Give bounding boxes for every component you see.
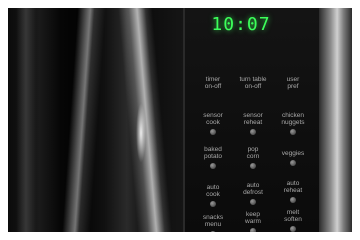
sensor-cook-button[interactable]: sensor cook [191, 112, 235, 135]
auto-cook-button[interactable]: auto cook [191, 184, 235, 207]
button-dot [290, 226, 296, 232]
sensor-reheat-button[interactable]: sensor reheat [231, 112, 275, 135]
button-dot [290, 160, 296, 166]
button-label: snacks menu [202, 214, 224, 228]
handle-highlight [136, 103, 146, 163]
button-label: chicken nuggets [281, 112, 305, 126]
button-label: auto defrost [243, 182, 263, 196]
button-label: auto cook [206, 184, 220, 198]
snacks-menu-button[interactable]: snacks menu [191, 214, 235, 232]
button-dot [210, 201, 216, 207]
control-panel: 10:07 timer on-off turn table on-off use… [183, 8, 321, 232]
keep-warm-button[interactable]: keep warm [231, 211, 275, 232]
turntable-button[interactable]: turn table on-off [231, 76, 275, 90]
button-label: veggies [281, 150, 305, 157]
button-label: timer on-off [204, 76, 222, 90]
stainless-trim [319, 8, 352, 232]
pop-corn-button[interactable]: pop corn [231, 146, 275, 169]
button-label: melt soften [284, 209, 302, 223]
auto-defrost-button[interactable]: auto defrost [231, 182, 275, 205]
button-dot [210, 163, 216, 169]
button-dot [250, 199, 256, 205]
button-dot [250, 228, 256, 232]
melt-soften-button[interactable]: melt soften [271, 209, 315, 232]
button-label: pop corn [246, 146, 260, 160]
baked-potato-button[interactable]: baked potato [191, 146, 235, 169]
door-reflection [16, 8, 36, 232]
button-dot [250, 129, 256, 135]
button-dot [290, 197, 296, 203]
button-dot [250, 163, 256, 169]
button-label: auto reheat [283, 180, 303, 194]
button-label: turn table on-off [239, 76, 267, 90]
button-label: user pref [286, 76, 300, 90]
veggies-button[interactable]: veggies [271, 150, 315, 166]
microwave-photo: 10:07 timer on-off turn table on-off use… [8, 8, 352, 232]
auto-reheat-button[interactable]: auto reheat [271, 180, 315, 203]
button-dot [210, 129, 216, 135]
user-pref-button[interactable]: user pref [271, 76, 315, 90]
chicken-nuggets-button[interactable]: chicken nuggets [271, 112, 315, 135]
button-label: sensor reheat [243, 112, 263, 126]
button-label: sensor cook [203, 112, 223, 126]
timer-button[interactable]: timer on-off [191, 76, 235, 90]
clock-display: 10:07 [211, 14, 271, 35]
button-dot [210, 231, 216, 232]
button-label: baked potato [203, 146, 223, 160]
button-dot [290, 129, 296, 135]
button-label: keep warm [245, 211, 261, 225]
